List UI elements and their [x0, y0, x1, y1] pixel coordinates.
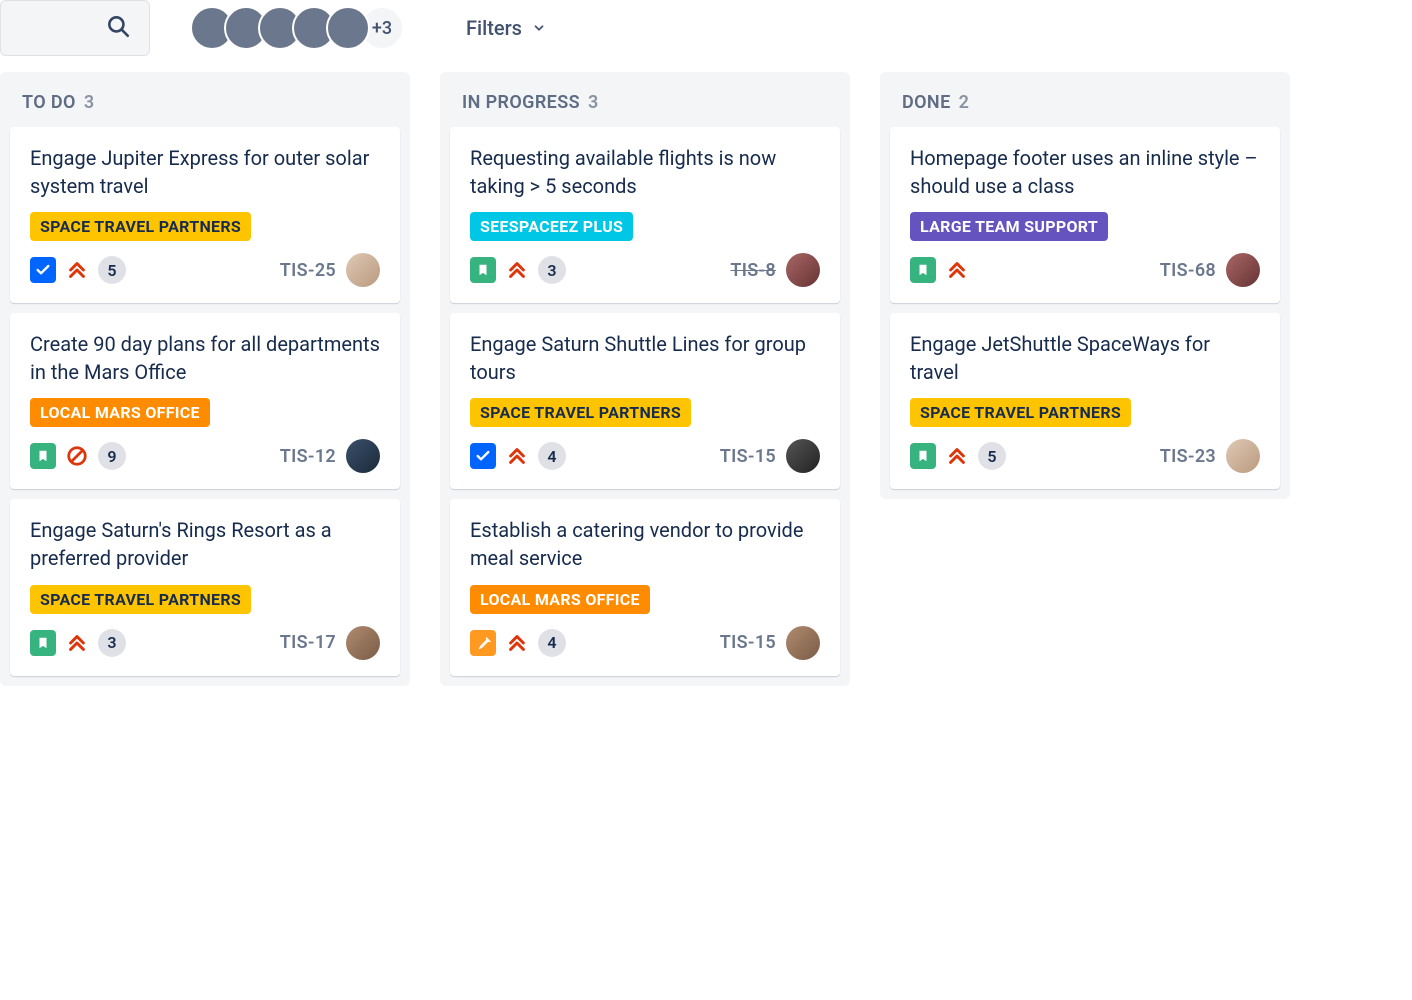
card-label: SPACE TRAVEL PARTNERS — [910, 398, 1131, 427]
task-type-icon — [30, 257, 56, 283]
issue-key: TIS-15 — [720, 632, 776, 653]
column-in-progress: IN PROGRESS 3 Requesting available flights… — [440, 72, 850, 686]
priority-blocked-icon — [66, 445, 88, 467]
card-title: Engage Saturn Shuttle Lines for group to… — [470, 331, 820, 386]
column-done: DONE 2 Homepage footer uses an inline styl… — [880, 72, 1290, 499]
priority-highest-icon — [66, 259, 88, 281]
card-footer: 5 TIS-25 — [30, 253, 380, 287]
filters-button[interactable]: Filters — [444, 16, 546, 40]
member-avatars[interactable]: +3 — [190, 6, 404, 50]
board-toolbar: +3 Filters — [0, 0, 1412, 72]
issue-card[interactable]: Establish a catering vendor to provide m… — [450, 499, 840, 675]
priority-highest-icon — [946, 445, 968, 467]
issue-key: TIS-17 — [280, 632, 336, 653]
story-points: 4 — [538, 629, 566, 657]
assignee-avatar[interactable] — [346, 626, 380, 660]
card-footer: 4 TIS-15 — [470, 626, 820, 660]
service-type-icon — [470, 630, 496, 656]
assignee-avatar[interactable] — [1226, 253, 1260, 287]
story-type-icon — [30, 630, 56, 656]
priority-highest-icon — [946, 259, 968, 281]
card-title: Engage Saturn's Rings Resort as a prefer… — [30, 517, 380, 572]
card-title: Requesting available flights is now taki… — [470, 145, 820, 200]
card-label: SEESPACEEZ PLUS — [470, 212, 633, 241]
card-label: SPACE TRAVEL PARTNERS — [30, 585, 251, 614]
story-points: 4 — [538, 442, 566, 470]
column-title: DONE — [902, 92, 951, 113]
card-title: Establish a catering vendor to provide m… — [470, 517, 820, 572]
assignee-avatar[interactable] — [346, 253, 380, 287]
story-points: 3 — [98, 629, 126, 657]
issue-card[interactable]: Engage Saturn Shuttle Lines for group to… — [450, 313, 840, 489]
card-title: Engage Jupiter Express for outer solar s… — [30, 145, 380, 200]
card-footer: 9 TIS-12 — [30, 439, 380, 473]
task-type-icon — [470, 443, 496, 469]
story-points: 3 — [538, 256, 566, 284]
column-title: TO DO — [22, 92, 76, 113]
column-header: DONE 2 — [880, 72, 1290, 127]
chevron-down-icon — [532, 16, 546, 40]
story-points: 9 — [98, 442, 126, 470]
card-footer: 3 TIS-17 — [30, 626, 380, 660]
avatar[interactable] — [326, 6, 370, 50]
search-icon — [105, 13, 131, 43]
column-to-do: TO DO 3 Engage Jupiter Express for outer s… — [0, 72, 410, 686]
kanban-board: TO DO 3 Engage Jupiter Express for outer s… — [0, 72, 1412, 686]
column-count: 2 — [959, 92, 970, 113]
assignee-avatar[interactable] — [786, 626, 820, 660]
issue-key: TIS-15 — [720, 446, 776, 467]
priority-highest-icon — [506, 259, 528, 281]
issue-key: TIS-23 — [1160, 446, 1216, 467]
card-footer: 4 TIS-15 — [470, 439, 820, 473]
card-footer: 3 TIS-8 — [470, 253, 820, 287]
story-points: 5 — [98, 256, 126, 284]
column-count: 3 — [588, 92, 599, 113]
card-label: SPACE TRAVEL PARTNERS — [470, 398, 691, 427]
card-title: Engage JetShuttle SpaceWays for travel — [910, 331, 1260, 386]
issue-card[interactable]: Homepage footer uses an inline style – s… — [890, 127, 1280, 303]
issue-key: TIS-25 — [280, 260, 336, 281]
card-footer: 5 TIS-23 — [910, 439, 1260, 473]
card-label: LOCAL MARS OFFICE — [470, 585, 650, 614]
issue-card[interactable]: Engage Jupiter Express for outer solar s… — [10, 127, 400, 303]
assignee-avatar[interactable] — [1226, 439, 1260, 473]
column-header: TO DO 3 — [0, 72, 410, 127]
priority-highest-icon — [506, 445, 528, 467]
card-footer: TIS-68 — [910, 253, 1260, 287]
issue-card[interactable]: Engage JetShuttle SpaceWays for travel SP… — [890, 313, 1280, 489]
card-label: SPACE TRAVEL PARTNERS — [30, 212, 251, 241]
column-header: IN PROGRESS 3 — [440, 72, 850, 127]
issue-card[interactable]: Requesting available flights is now taki… — [450, 127, 840, 303]
assignee-avatar[interactable] — [346, 439, 380, 473]
issue-key: TIS-8 — [730, 260, 776, 281]
priority-highest-icon — [66, 632, 88, 654]
card-label: LOCAL MARS OFFICE — [30, 398, 210, 427]
story-type-icon — [470, 257, 496, 283]
issue-card[interactable]: Create 90 day plans for all departments … — [10, 313, 400, 489]
issue-card[interactable]: Engage Saturn's Rings Resort as a prefer… — [10, 499, 400, 675]
story-type-icon — [30, 443, 56, 469]
search-input[interactable] — [0, 0, 150, 56]
assignee-avatar[interactable] — [786, 253, 820, 287]
card-label: LARGE TEAM SUPPORT — [910, 212, 1108, 241]
assignee-avatar[interactable] — [786, 439, 820, 473]
column-count: 3 — [84, 92, 95, 113]
filters-label: Filters — [466, 16, 522, 40]
card-title: Create 90 day plans for all departments … — [30, 331, 380, 386]
priority-highest-icon — [506, 632, 528, 654]
issue-key: TIS-68 — [1160, 260, 1216, 281]
story-points: 5 — [978, 442, 1006, 470]
story-type-icon — [910, 443, 936, 469]
column-title: IN PROGRESS — [462, 92, 580, 113]
card-title: Homepage footer uses an inline style – s… — [910, 145, 1260, 200]
story-type-icon — [910, 257, 936, 283]
issue-key: TIS-12 — [280, 446, 336, 467]
